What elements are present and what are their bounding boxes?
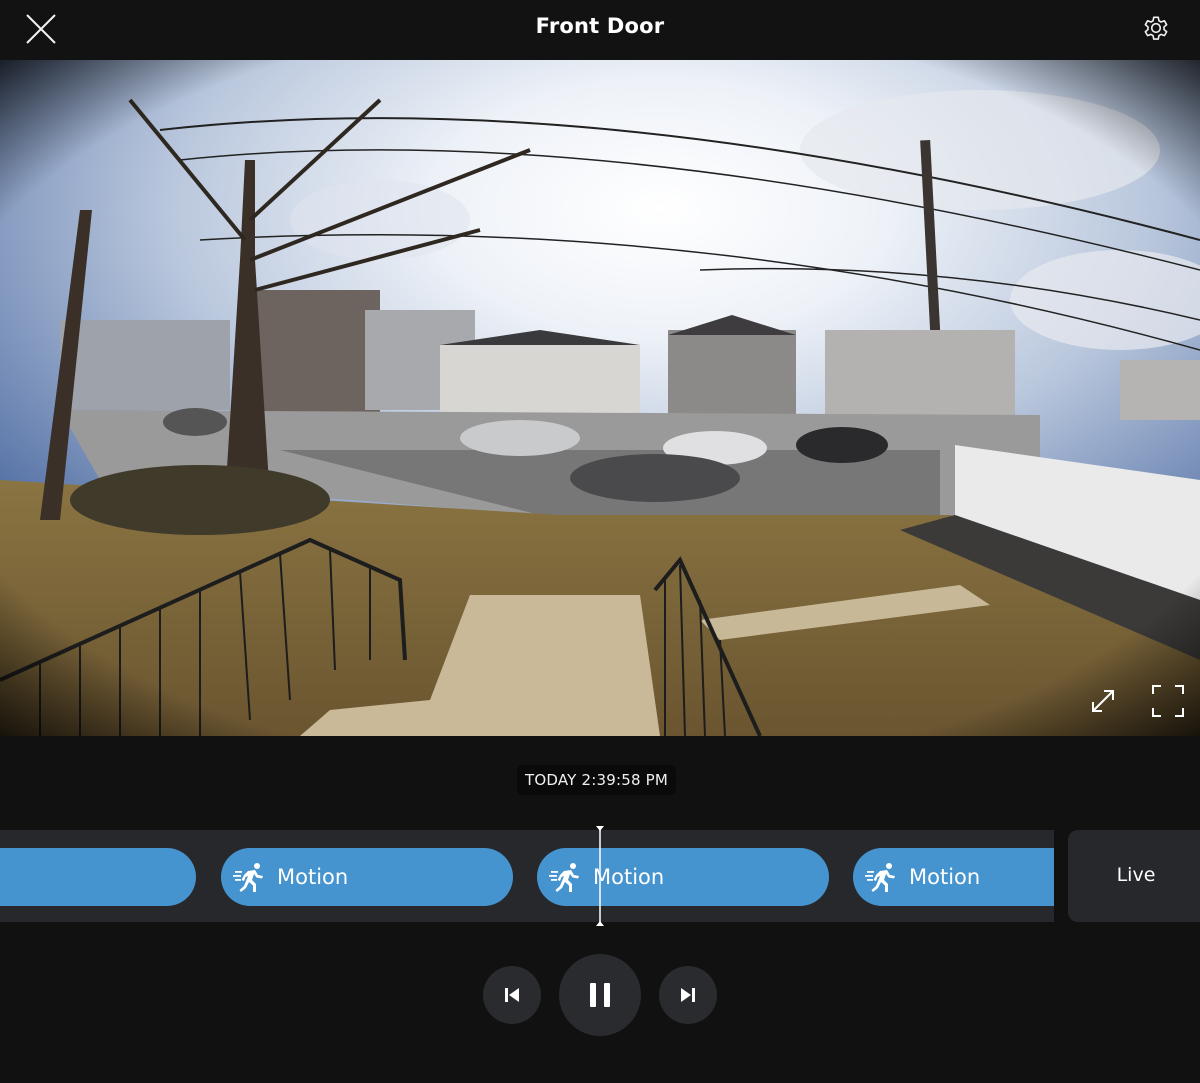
timestamp-label: TODAY 2:39:58 PM [517,765,677,795]
camera-video[interactable] [0,60,1200,736]
fullscreen-button[interactable] [1151,684,1185,718]
running-person-icon [233,863,263,892]
live-label: Live [1116,864,1156,886]
event-timeline[interactable]: Motion Motion Motion Motion [0,830,1054,922]
event-label: Motion [593,865,665,889]
next-button[interactable] [659,966,717,1024]
running-person-icon [549,863,579,892]
top-bar: Front Door [0,0,1200,60]
event-motion[interactable]: Motion [853,848,1054,906]
live-button[interactable]: Live [1068,830,1200,922]
skip-next-icon [681,988,695,1002]
event-motion[interactable]: Motion [221,848,513,906]
running-person-icon [865,863,895,892]
timeline-playhead[interactable] [599,828,601,924]
event-label: Motion [277,865,349,889]
gear-icon [1144,16,1168,40]
camera-feed-image [0,60,1200,736]
previous-button[interactable] [483,966,541,1024]
expand-button[interactable] [1089,687,1117,715]
skip-previous-icon [505,988,519,1002]
event-label: Motion [909,865,981,889]
event-motion[interactable]: Motion [537,848,829,906]
page-title: Front Door [535,14,665,38]
expand-arrows-icon [1092,690,1114,712]
pause-button[interactable] [559,954,641,1036]
event-motion[interactable]: Motion [0,848,196,906]
fullscreen-corners-icon [1152,685,1184,717]
settings-button[interactable] [1140,12,1172,44]
pause-icon [590,983,610,1007]
